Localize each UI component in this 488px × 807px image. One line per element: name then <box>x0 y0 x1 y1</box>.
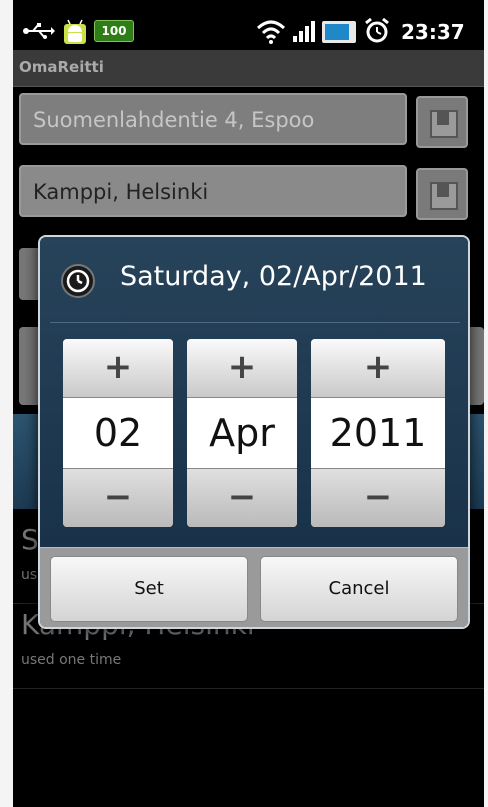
to-input[interactable]: Kamppi, Helsinki <box>19 165 407 217</box>
date-picker-dialog: Saturday, 02/Apr/2011 + 02 − + Apr − + 2… <box>38 235 470 629</box>
year-value[interactable]: 2011 <box>311 397 445 469</box>
battery-level-label: 100 <box>101 24 127 38</box>
from-input-value: Suomenlahdentie 4, Espoo <box>33 108 315 132</box>
screen-frame-left <box>0 0 13 807</box>
signal-icon <box>293 21 315 42</box>
month-picker: + Apr − <box>187 339 297 527</box>
clock-icon <box>61 264 95 298</box>
month-value[interactable]: Apr <box>187 397 297 469</box>
bookmark-icon <box>430 110 458 138</box>
dialog-button-bar: Set Cancel <box>40 547 468 627</box>
usb-icon <box>23 23 55 39</box>
year-decrement-button[interactable]: − <box>311 469 445 527</box>
day-increment-button[interactable]: + <box>63 339 173 397</box>
clock-time: 23:37 <box>401 20 465 44</box>
alarm-icon <box>365 18 389 43</box>
history-item-subtitle: us <box>21 567 38 583</box>
cancel-button[interactable]: Cancel <box>260 556 458 622</box>
android-debug-icon <box>64 19 86 44</box>
status-bar: 100 23:37 <box>13 14 484 50</box>
year-picker: + 2011 − <box>311 339 445 527</box>
app-title-bar: OmaReitti <box>13 50 484 87</box>
year-increment-button[interactable]: + <box>311 339 445 397</box>
history-item-title: S <box>21 523 39 556</box>
dialog-title: Saturday, 02/Apr/2011 <box>120 261 427 292</box>
charging-battery-icon <box>322 21 356 43</box>
month-decrement-button[interactable]: − <box>187 469 297 527</box>
day-value[interactable]: 02 <box>63 397 173 469</box>
day-decrement-button[interactable]: − <box>63 469 173 527</box>
battery-100-icon: 100 <box>94 20 134 42</box>
from-address-book-button[interactable] <box>416 96 468 148</box>
screen-frame-right <box>484 0 488 807</box>
day-picker: + 02 − <box>63 339 173 527</box>
to-input-value: Kamppi, Helsinki <box>33 180 209 204</box>
from-input[interactable]: Suomenlahdentie 4, Espoo <box>19 93 407 145</box>
dialog-divider <box>50 322 460 323</box>
app-title: OmaReitti <box>19 58 104 76</box>
to-address-book-button[interactable] <box>416 168 468 220</box>
month-increment-button[interactable]: + <box>187 339 297 397</box>
dialog-body: Saturday, 02/Apr/2011 + 02 − + Apr − + 2… <box>40 237 468 547</box>
bookmark-icon <box>430 182 458 210</box>
history-item-subtitle: used one time <box>21 652 122 668</box>
wifi-icon <box>256 20 286 44</box>
set-button[interactable]: Set <box>50 556 248 622</box>
